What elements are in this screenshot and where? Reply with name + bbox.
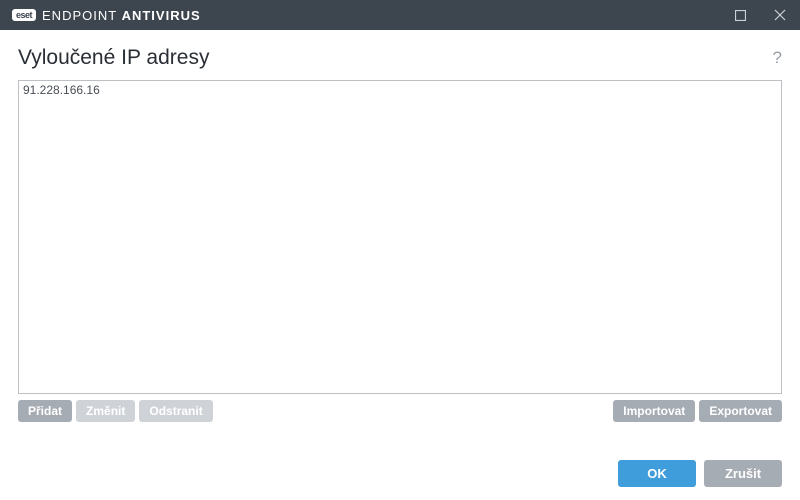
close-button[interactable] [760,0,800,30]
maximize-button[interactable] [720,0,760,30]
product-name: ENDPOINT ANTIVIRUS [42,8,201,23]
titlebar: eset ENDPOINT ANTIVIRUS [0,0,800,30]
cancel-button[interactable]: Zrušit [704,460,782,487]
export-button[interactable]: Exportovat [699,400,782,422]
product-light: ENDPOINT [42,8,122,23]
page-title: Vyloučené IP adresy [18,46,209,70]
list-item[interactable]: 91.228.166.16 [19,81,781,99]
edit-button[interactable]: Změnit [76,400,135,422]
ok-button[interactable]: OK [618,460,696,487]
remove-button[interactable]: Odstranit [139,400,212,422]
footer: OK Zrušit [0,446,800,500]
ip-listbox[interactable]: 91.228.166.16 [18,80,782,394]
product-bold: ANTIVIRUS [122,8,201,23]
help-icon[interactable]: ? [773,48,782,68]
import-button[interactable]: Importovat [613,400,695,422]
list-actions: Přidat Změnit Odstranit Importovat Expor… [18,400,782,422]
logo-badge: eset [12,9,36,21]
window-controls [720,0,800,30]
add-button[interactable]: Přidat [18,400,72,422]
heading-row: Vyloučené IP adresy ? [18,46,782,70]
content-area: Vyloučené IP adresy ? 91.228.166.16 Přid… [0,30,800,422]
spacer [217,400,610,422]
close-icon [774,9,786,21]
maximize-icon [735,10,746,21]
